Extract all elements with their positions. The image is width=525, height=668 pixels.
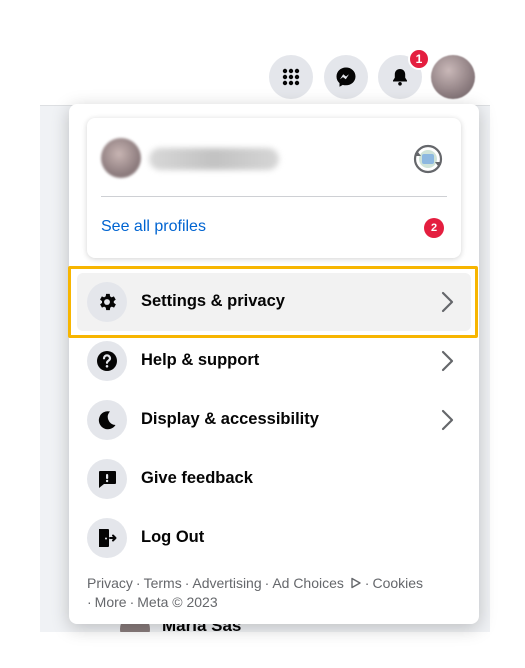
- menu-item-display-accessibility[interactable]: Display & accessibility: [77, 391, 471, 449]
- account-avatar-button[interactable]: [431, 55, 475, 99]
- bell-icon: [393, 69, 407, 86]
- messenger-icon: [336, 67, 356, 87]
- account-dropdown-menu: See all profiles 2 Settings & privacy He…: [69, 104, 479, 624]
- profiles-count-badge: 2: [424, 218, 444, 238]
- profile-name-blurred: [149, 148, 279, 170]
- settings-icon-circle: [87, 282, 127, 322]
- feedback-icon: [99, 471, 116, 488]
- see-all-profiles-link[interactable]: See all profiles: [101, 218, 206, 236]
- menu-item-give-feedback[interactable]: Give feedback: [77, 450, 471, 508]
- cookies-link[interactable]: Cookies: [372, 575, 423, 591]
- advertising-link[interactable]: Advertising: [192, 575, 261, 591]
- menu-item-settings-privacy[interactable]: Settings & privacy: [77, 273, 471, 331]
- footer-links: Privacy · Terms · Advertising · Ad Choices · Co…: [87, 575, 424, 610]
- menu-item-help-support[interactable]: Help & support: [77, 332, 471, 390]
- menu-item-label: Display & accessibility: [141, 410, 319, 428]
- feedback-icon-circle: [87, 459, 127, 499]
- logout-icon: [99, 529, 117, 547]
- menu-item-label: Help & support: [141, 351, 260, 369]
- chevron-right-icon: [441, 409, 454, 431]
- profile-avatar: [101, 138, 141, 178]
- apps-grid-icon: [282, 68, 300, 86]
- chevron-right-icon: [441, 291, 454, 313]
- switch-profile-icon[interactable]: [411, 142, 445, 176]
- chevron-right-icon: [441, 350, 454, 372]
- copyright-text: Meta © 2023: [137, 594, 218, 610]
- moon-icon: [98, 411, 116, 430]
- gear-icon: [100, 293, 116, 311]
- display-icon-circle: [87, 400, 127, 440]
- ad-choices-link[interactable]: Ad Choices: [272, 575, 344, 591]
- help-icon-circle: [87, 341, 127, 381]
- profile-card[interactable]: See all profiles 2: [87, 118, 461, 258]
- menu-item-label: Give feedback: [141, 469, 253, 487]
- logout-icon-circle: [87, 518, 127, 558]
- messenger-button[interactable]: [324, 55, 368, 99]
- terms-link[interactable]: Terms: [144, 575, 182, 591]
- apps-menu-button[interactable]: [269, 55, 313, 99]
- top-navigation-bar: 1: [40, 42, 490, 106]
- privacy-link[interactable]: Privacy: [87, 575, 133, 591]
- question-icon: [97, 351, 117, 371]
- notification-count-badge: 1: [408, 48, 430, 70]
- menu-item-label: Settings & privacy: [141, 292, 285, 310]
- menu-item-log-out[interactable]: Log Out: [77, 509, 471, 567]
- more-link[interactable]: More: [95, 594, 127, 610]
- ad-choices-icon: [351, 577, 361, 589]
- menu-item-label: Log Out: [141, 528, 205, 546]
- card-divider: [101, 196, 447, 197]
